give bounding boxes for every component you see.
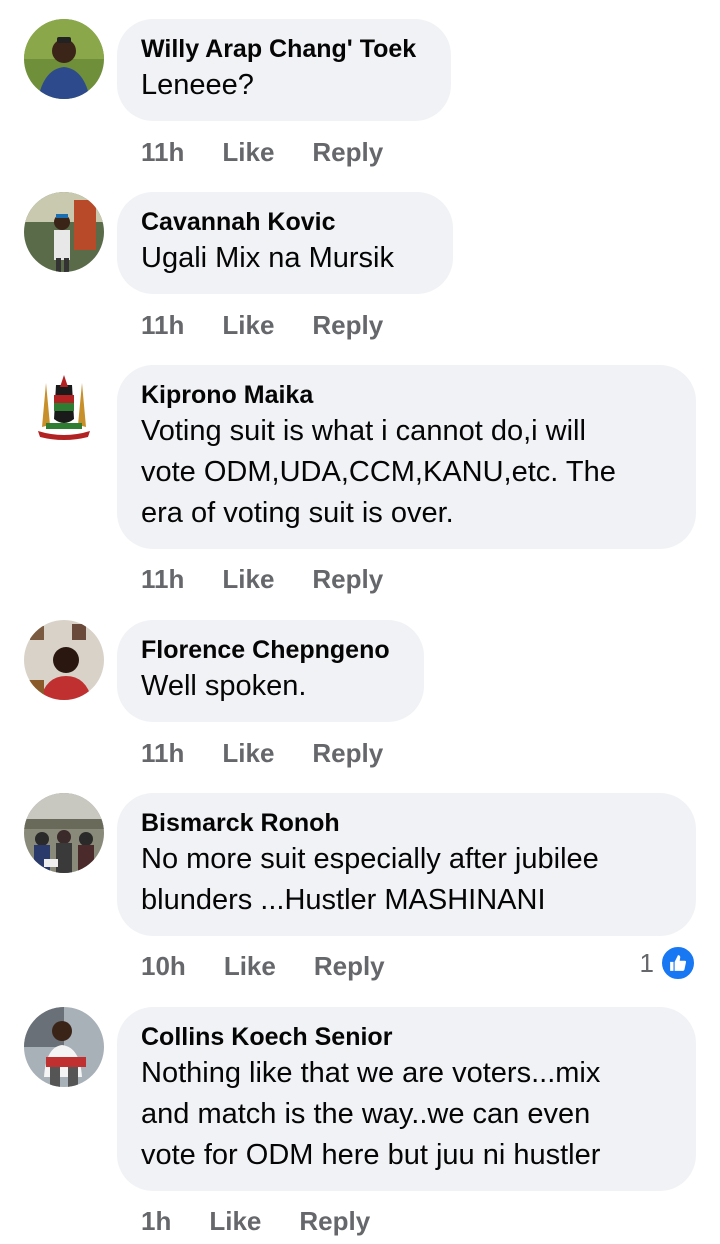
avatar[interactable] xyxy=(24,365,104,445)
timestamp[interactable]: 11h xyxy=(141,309,184,341)
avatar-photo xyxy=(24,19,104,99)
coat-of-arms-icon xyxy=(24,365,104,445)
avatar[interactable] xyxy=(24,192,104,272)
avatar[interactable] xyxy=(24,1007,104,1087)
comment-text: Nothing like that we are voters...mix an… xyxy=(141,1057,601,1171)
avatar[interactable] xyxy=(24,19,104,99)
comment-actions: 11h Like Reply xyxy=(141,309,383,341)
comment-actions: 11h Like Reply xyxy=(141,136,383,168)
comment-actions: 11h Like Reply xyxy=(141,563,383,595)
comment-bubble: Florence Chepngeno Well spoken. xyxy=(117,620,424,722)
author-name[interactable]: Cavannah Kovic xyxy=(141,206,428,238)
comment-actions: 10h Like Reply xyxy=(141,950,385,982)
timestamp[interactable]: 11h xyxy=(141,136,184,168)
author-name[interactable]: Florence Chepngeno xyxy=(141,634,399,666)
comment-text: Well spoken. xyxy=(141,670,307,702)
like-button[interactable]: Like xyxy=(222,309,274,341)
like-button[interactable]: Like xyxy=(224,950,276,982)
like-button[interactable]: Like xyxy=(222,563,274,595)
reply-button[interactable]: Reply xyxy=(312,136,383,168)
reply-button[interactable]: Reply xyxy=(314,950,385,982)
author-name[interactable]: Kiprono Maika xyxy=(141,379,671,411)
reaction-count: 1 xyxy=(639,947,654,978)
like-button[interactable]: Like xyxy=(222,737,274,769)
comment-actions: 11h Like Reply xyxy=(141,737,383,769)
timestamp[interactable]: 1h xyxy=(141,1205,171,1237)
comment-bubble: Willy Arap Chang' Toek Leneee? xyxy=(117,19,451,121)
like-button[interactable]: Like xyxy=(209,1205,261,1237)
timestamp[interactable]: 10h xyxy=(141,950,186,982)
comment-bubble: Cavannah Kovic Ugali Mix na Mursik xyxy=(117,192,453,294)
author-name[interactable]: Collins Koech Senior xyxy=(141,1021,671,1053)
avatar-photo xyxy=(24,620,104,700)
comment-actions: 1h Like Reply xyxy=(141,1205,370,1237)
reply-button[interactable]: Reply xyxy=(312,309,383,341)
reaction-summary[interactable]: 1 xyxy=(640,945,696,981)
avatar-photo xyxy=(24,1007,104,1087)
comment-text: No more suit especially after jubilee bl… xyxy=(141,843,599,916)
author-name[interactable]: Willy Arap Chang' Toek xyxy=(141,33,426,65)
avatar[interactable] xyxy=(24,793,104,873)
comment-bubble: Collins Koech Senior Nothing like that w… xyxy=(117,1007,696,1191)
timestamp[interactable]: 11h xyxy=(141,737,184,769)
comment-text: Ugali Mix na Mursik xyxy=(141,242,394,274)
avatar-photo xyxy=(24,192,104,272)
reply-button[interactable]: Reply xyxy=(299,1205,370,1237)
avatar-photo xyxy=(24,793,104,873)
author-name[interactable]: Bismarck Ronoh xyxy=(141,807,671,839)
comment-text: Leneee? xyxy=(141,69,254,101)
timestamp[interactable]: 11h xyxy=(141,563,184,595)
like-button[interactable]: Like xyxy=(222,136,274,168)
avatar[interactable] xyxy=(24,620,104,700)
comment-bubble: Kiprono Maika Voting suit is what i cann… xyxy=(117,365,696,549)
comment-text: Voting suit is what i cannot do,i will v… xyxy=(141,415,616,529)
reply-button[interactable]: Reply xyxy=(312,563,383,595)
comment-bubble: Bismarck Ronoh No more suit especially a… xyxy=(117,793,696,936)
reply-button[interactable]: Reply xyxy=(312,737,383,769)
thumbs-up-icon xyxy=(660,945,696,981)
